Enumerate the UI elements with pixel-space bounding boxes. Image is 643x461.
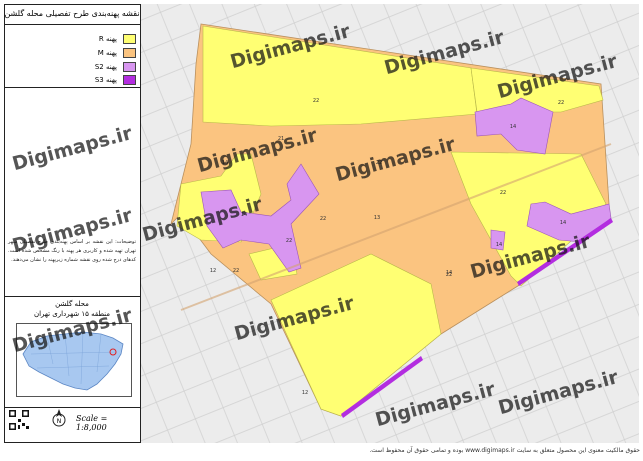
legend-swatch <box>123 75 136 85</box>
scale-label: Scale = 1:8,000 <box>76 414 108 432</box>
zone-code-label: 22 <box>500 190 506 196</box>
legend-label: پهنه R <box>98 35 117 43</box>
legend: پهنه R پهنه M پهنه S2 پهنه S3 <box>4 25 140 88</box>
zone-code-label: 14 <box>496 242 502 248</box>
legend-label: پهنه S2 <box>94 63 117 71</box>
legend-label: پهنه S3 <box>94 76 117 84</box>
zone-code-label: 22 <box>233 268 239 274</box>
legend-item-m: پهنه M <box>98 47 136 59</box>
legend-swatch <box>123 34 136 44</box>
zone-code-label: 12 <box>210 268 216 274</box>
copyright-footer: حقوق مالکیت معنوی این محصول متعلق به سای… <box>369 447 640 454</box>
north-arrow-icon: N <box>52 408 66 428</box>
zone-code-label: 22 <box>320 216 326 222</box>
legend-item-r: پهنه R <box>99 33 136 45</box>
legend-swatch <box>123 62 136 72</box>
zone-code-label: 22 <box>558 100 564 106</box>
legend-swatch <box>123 48 136 58</box>
zone-code-label: 14 <box>446 270 452 276</box>
zone-code-label: 12 <box>302 390 308 396</box>
zone-code-label: 22 <box>313 98 319 104</box>
zone-code-label: 22 <box>286 238 292 244</box>
qr-code <box>8 409 30 431</box>
zone-code-label: 14 <box>510 124 516 130</box>
legend-label: پهنه M <box>97 49 117 57</box>
zone-code-label: 13 <box>374 215 380 221</box>
map-title: نقشه پهنه‌بندی طرح تفصیلی محله گلشن <box>4 4 140 25</box>
zone-code-label: 14 <box>560 220 566 226</box>
legend-item-s3: پهنه S3 <box>95 74 136 86</box>
svg-text:N: N <box>57 418 62 425</box>
scale-area: N Scale = 1:8,000 <box>4 406 140 442</box>
legend-item-s2: پهنه S2 <box>95 61 136 73</box>
